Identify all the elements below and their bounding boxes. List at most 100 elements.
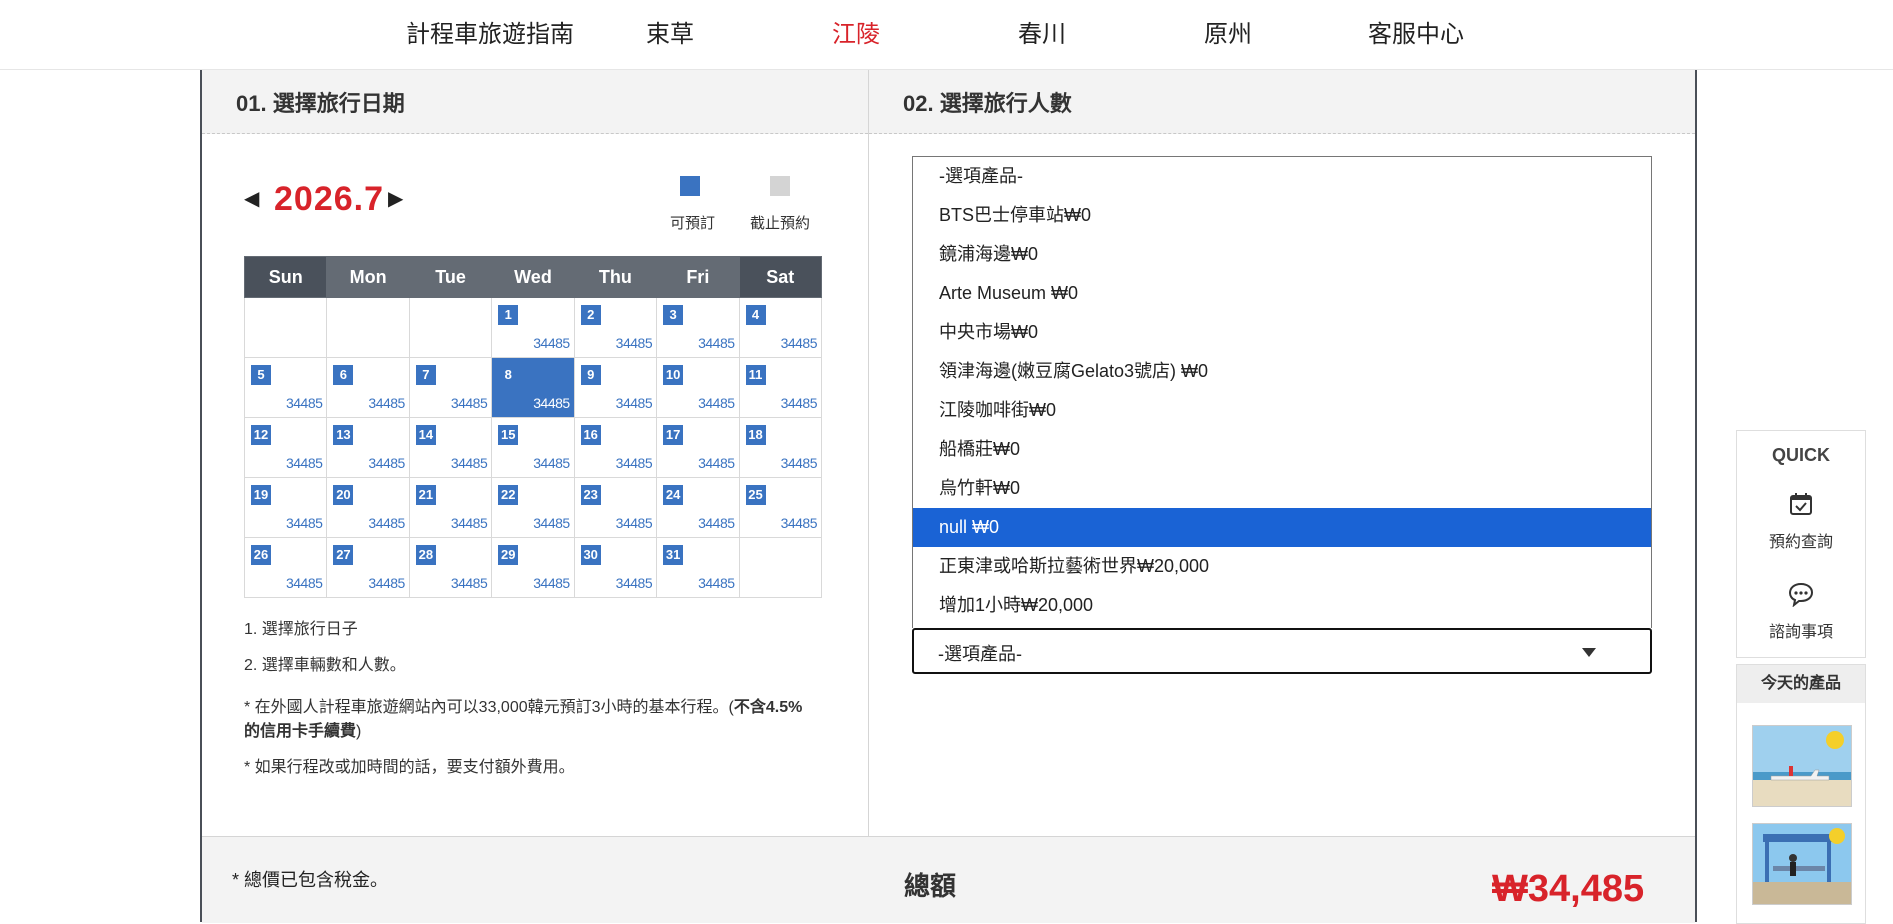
day-number: 31	[663, 545, 684, 565]
product-thumbnail-beach[interactable]	[1752, 725, 1852, 807]
day-price: 34485	[450, 455, 488, 471]
calendar-day-20[interactable]: 20 34485	[326, 477, 410, 538]
calendar-day-22[interactable]: 22 34485	[491, 477, 575, 538]
legend-closed-label: 截止預約	[750, 215, 811, 232]
calendar-day-16[interactable]: 16 34485	[573, 417, 658, 478]
note-base-price-text: * 在外國人計程車旅遊網站內可以33,000韓元預訂3小時的基本行程。(	[244, 699, 734, 716]
day-price: 34485	[698, 395, 735, 411]
day-number: 28	[415, 545, 436, 565]
day-number: 27	[333, 545, 354, 565]
day-number: 3	[663, 305, 684, 325]
next-month-icon[interactable]: ▶	[388, 186, 403, 211]
calendar-day-24[interactable]: 24 34485	[656, 477, 740, 538]
nav-item-customer-center[interactable]: 客服中心	[1368, 14, 1464, 49]
dropdown-option[interactable]: 烏竹軒₩0	[913, 469, 1651, 508]
reservation-check-link[interactable]: 預約查詢	[1737, 491, 1865, 552]
inquiry-label: 諮詢事項	[1768, 624, 1833, 641]
calendar-day-6[interactable]: 6 34485	[326, 357, 410, 418]
note-step2: 2. 選擇車輛數和人數。	[244, 657, 406, 674]
dropdown-option[interactable]: 江陵咖啡街₩0	[913, 391, 1651, 430]
option-select-value: -選項產品-	[938, 644, 1022, 664]
day-number: 15	[498, 425, 519, 445]
day-price: 34485	[450, 395, 488, 411]
day-number: 26	[251, 545, 271, 565]
section-date-header: 01. 選擇旅行日期	[202, 70, 868, 134]
calendar-day-11[interactable]: 11 34485	[738, 357, 823, 418]
inquiry-link[interactable]: 諮詢事項	[1737, 581, 1865, 642]
weekday-thu: Thu	[573, 256, 658, 298]
calendar-day-19[interactable]: 19 34485	[243, 477, 328, 538]
day-number: 14	[415, 425, 436, 445]
calendar-day-29[interactable]: 29 34485	[491, 537, 575, 598]
calendar-day-12[interactable]: 12 34485	[243, 417, 328, 478]
booking-panel: 01. 選擇旅行日期 02. 選擇旅行人數 ◀ 2026.7 ▶ 可預訂 截止預…	[200, 70, 1697, 923]
dropdown-option-highlighted[interactable]: null ₩0	[913, 508, 1651, 547]
note-step1: 1. 選擇旅行日子	[244, 621, 358, 638]
total-label: 總額	[904, 871, 957, 901]
calendar-day-23[interactable]: 23 34485	[573, 477, 658, 538]
section-people-header: 02. 選擇旅行人數	[869, 70, 1695, 134]
calendar-day-8[interactable]: 8 34485	[491, 357, 575, 418]
day-price: 34485	[368, 395, 405, 411]
calendar-day-18[interactable]: 18 34485	[738, 417, 823, 478]
dropdown-option[interactable]: Arte Museum ₩0	[913, 274, 1651, 313]
calendar-day-5[interactable]: 5 34485	[243, 357, 328, 418]
nav-item-sokcho[interactable]: 束草	[646, 14, 694, 49]
top-nav: 計程車旅遊指南 束草 江陵 春川 原州 客服中心	[0, 0, 1893, 70]
dropdown-option[interactable]: 鏡浦海邊₩0	[913, 235, 1651, 274]
calendar-day-2[interactable]: 2 34485	[573, 297, 658, 358]
day-price: 34485	[533, 515, 570, 531]
calendar-day-3[interactable]: 3 34485	[656, 297, 740, 358]
calendar-day-1[interactable]: 1 34485	[491, 297, 575, 358]
nav-item-wonju[interactable]: 原州	[1204, 14, 1252, 49]
dropdown-option[interactable]: 領津海邊(嫩豆腐Gelato3號店) ₩0	[913, 352, 1651, 391]
weekday-mon: Mon	[326, 256, 410, 298]
day-price: 34485	[615, 575, 653, 591]
calendar-day-15[interactable]: 15 34485	[491, 417, 575, 478]
option-dropdown-list: -選項產品- BTS巴士停車站₩0 鏡浦海邊₩0 Arte Museum ₩0 …	[912, 156, 1652, 628]
day-price: 34485	[285, 395, 323, 411]
quick-panel: QUICK 預約查詢 諮詢事項	[1736, 430, 1866, 658]
calendar-day-28[interactable]: 28 34485	[408, 537, 493, 598]
dropdown-option[interactable]: -選項產品-	[913, 157, 1651, 196]
calendar-day-27[interactable]: 27 34485	[326, 537, 410, 598]
calendar-day-7[interactable]: 7 34485	[408, 357, 493, 418]
calendar-grid: Sun Mon Tue Wed Thu Fri Sat 1 34485 2 34485…	[243, 256, 823, 598]
calendar-day-10[interactable]: 10 34485	[656, 357, 740, 418]
prev-month-icon[interactable]: ◀	[244, 186, 259, 211]
calendar-day-9[interactable]: 9 34485	[573, 357, 658, 418]
dropdown-option[interactable]: 中央市場₩0	[913, 313, 1651, 352]
calendar-day-14[interactable]: 14 34485	[408, 417, 493, 478]
calendar-day-21[interactable]: 21 34485	[408, 477, 493, 538]
dropdown-option[interactable]: 船橋莊₩0	[913, 430, 1651, 469]
calendar-day-31[interactable]: 31 34485	[656, 537, 740, 598]
day-number: 22	[498, 485, 519, 505]
calendar-day-25[interactable]: 25 34485	[738, 477, 823, 538]
day-number: 13	[333, 425, 354, 445]
day-number: 23	[580, 485, 601, 505]
calendar-week: 5 34485 6 34485 7 34485 8 34485 9 34485 10 34485 11 3…	[243, 357, 823, 418]
day-price: 34485	[450, 515, 488, 531]
dropdown-option[interactable]: 增加1小時₩20,000	[913, 586, 1651, 625]
legend-closed-swatch	[770, 176, 790, 196]
calendar-week: 12 34485 13 34485 14 34485 15 34485 16 34485 17 344…	[243, 417, 823, 478]
day-price: 34485	[780, 455, 818, 471]
calendar-day-17[interactable]: 17 34485	[656, 417, 740, 478]
option-select[interactable]: -選項產品-	[912, 628, 1652, 674]
note-base-price: * 在外國人計程車旅遊網站內可以33,000韓元預訂3小時的基本行程。(不含4.…	[244, 696, 804, 744]
calendar-day-26[interactable]: 26 34485	[243, 537, 328, 598]
calendar-day-4[interactable]: 4 34485	[738, 297, 823, 358]
note-base-price-end: )	[356, 723, 362, 740]
calendar-day-13[interactable]: 13 34485	[326, 417, 410, 478]
section-date-title: 01. 選擇旅行日期	[236, 91, 405, 116]
dropdown-option[interactable]: 正東津或哈斯拉藝術世界₩20,000	[913, 547, 1651, 586]
calendar-day-30[interactable]: 30 34485	[573, 537, 658, 598]
nav-item-chuncheon[interactable]: 春川	[1018, 14, 1066, 49]
day-price: 34485	[615, 395, 653, 411]
dropdown-option[interactable]: BTS巴士停車站₩0	[913, 196, 1651, 235]
nav-item-gangneung[interactable]: 江陵	[832, 14, 880, 49]
note-extra-fee: * 如果行程改或加時間的話，要支付額外費用。	[244, 759, 575, 776]
nav-item-taxi-guide[interactable]: 計程車旅遊指南	[406, 14, 574, 49]
calendar-week: 26 34485 27 34485 28 34485 29 34485 30 34485 31 344…	[243, 537, 823, 598]
product-thumbnail-bus-stop[interactable]	[1752, 823, 1852, 905]
